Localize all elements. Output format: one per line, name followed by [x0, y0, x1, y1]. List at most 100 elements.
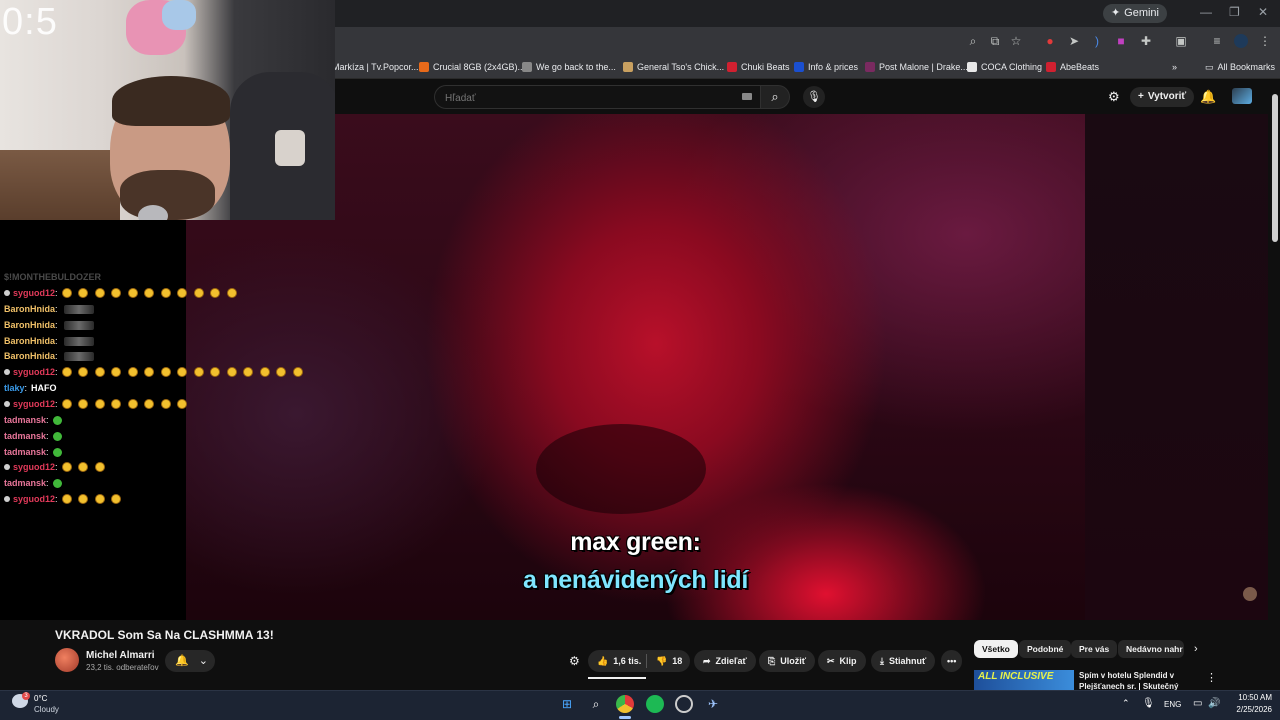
gemini-button[interactable]: ✦ Gemini [1102, 4, 1167, 23]
extensions-puzzle-icon[interactable]: ✚ [1139, 34, 1153, 48]
scrollbar-thumb[interactable] [1272, 94, 1278, 242]
chat-username[interactable]: syguod12 [13, 286, 55, 300]
clock-time[interactable]: 10:50 AM [1226, 693, 1272, 702]
chrome-icon[interactable] [616, 695, 634, 713]
chat-username[interactable]: BaronHnida [4, 302, 55, 316]
dislike-button[interactable]: 👎 18 [647, 650, 691, 672]
bookmarks-overflow-button[interactable]: » [1172, 60, 1177, 74]
chat-separator: : [55, 288, 58, 298]
recommended-thumbnail[interactable]: ALL INCLUSIVE [974, 670, 1074, 690]
chip-recently-uploaded[interactable]: Nedávno nahr [1118, 640, 1184, 658]
bookmark-item[interactable]: Crucial 8GB (2x4GB)... [419, 60, 525, 74]
like-button[interactable]: 👍 1,6 tis. [588, 650, 650, 672]
clip-button[interactable]: ✂ Klip [818, 650, 866, 672]
search-button[interactable]: ⌕ [760, 85, 790, 109]
chat-message: syguod12: [4, 492, 128, 506]
chat-header: $!MONTHEBULDOZER [4, 270, 101, 284]
star-icon[interactable]: ☆ [1009, 34, 1023, 48]
thumbs-down-icon: 👎 [656, 656, 668, 666]
scissors-icon: ✂ [827, 656, 835, 666]
search-input[interactable] [445, 90, 725, 106]
bookmark-item[interactable]: We go back to the... [522, 60, 616, 74]
channel-name[interactable]: Michel Almarri [86, 650, 155, 661]
keyboard-icon[interactable] [742, 93, 752, 100]
bookmark-favicon-icon [727, 62, 737, 72]
weather-description[interactable]: Cloudy [34, 705, 59, 714]
volume-icon[interactable]: 🔊 [1208, 698, 1220, 709]
spotify-icon[interactable] [646, 695, 664, 713]
subscription-bell-button[interactable]: 🔔 ⌄ [165, 650, 215, 672]
extension-red-icon[interactable]: ● [1043, 34, 1057, 48]
chat-text: HAFO [31, 383, 57, 393]
more-vertical-icon[interactable]: ⋮ [1206, 671, 1217, 684]
microphone-icon[interactable]: 🎙 [1142, 698, 1155, 709]
wave-emote-icon [63, 336, 94, 346]
account-avatar[interactable] [1232, 88, 1252, 104]
recommended-title[interactable]: Spím v hotelu Splendid v Plejšťanech sr.… [1079, 670, 1189, 690]
sunglasses-emote-icon [111, 288, 122, 298]
profile-avatar-icon[interactable] [1234, 34, 1248, 48]
chat-username[interactable]: syguod12 [13, 460, 55, 474]
network-icon[interactable]: ▭ [1193, 698, 1202, 709]
bookmark-item[interactable]: COCA Clothing [967, 60, 1042, 74]
search-box[interactable] [434, 85, 760, 109]
windows-start-icon[interactable]: ⊞ [558, 695, 576, 713]
chevron-right-icon[interactable]: › [1194, 643, 1198, 655]
chat-username[interactable]: BaronHnida [4, 334, 55, 348]
bookmark-item[interactable]: AbeBeats [1046, 60, 1099, 74]
bookmark-item[interactable]: Chuki Beats [727, 60, 790, 74]
create-button[interactable]: + Vytvoriť [1130, 87, 1195, 107]
extension-gear-icon[interactable]: ⚙ [569, 654, 580, 668]
all-bookmarks-button[interactable]: ▭ All Bookmarks [1205, 60, 1275, 74]
bookmark-favicon-icon [1046, 62, 1056, 72]
chat-username[interactable]: tadmansk [4, 429, 46, 443]
voice-search-button[interactable]: 🎙 [803, 86, 825, 108]
chat-username[interactable]: tadmansk [4, 413, 46, 427]
download-button[interactable]: ⤓ Stiahnuť [871, 650, 936, 672]
app-icon[interactable] [675, 695, 693, 713]
weather-temperature[interactable]: 0°C [34, 694, 47, 703]
search-icon[interactable]: ⌕ [587, 695, 605, 713]
save-button[interactable]: ⎘ Uložiť [759, 650, 816, 672]
share-button[interactable]: ➦ Zdieľať [694, 650, 756, 672]
extension-gear-icon[interactable]: ⚙ [1108, 89, 1120, 105]
reading-list-icon[interactable]: ≡ [1210, 34, 1224, 48]
menu-icon[interactable]: ⋮ [1258, 34, 1272, 48]
sunglasses-emote-icon [226, 288, 237, 298]
steam-icon[interactable]: ✈ [704, 695, 722, 713]
clock-date[interactable]: 2/25/2026 [1226, 705, 1272, 714]
chat-username[interactable]: tadmansk [4, 476, 46, 490]
bookmark-item[interactable]: Markíza | Tv.Popcor... [332, 60, 419, 74]
tray-overflow-icon[interactable]: ⌃ [1122, 698, 1130, 709]
bookmark-item[interactable]: Post Malone | Drake... [865, 60, 968, 74]
chat-username[interactable]: syguod12 [13, 492, 55, 506]
chat-username[interactable]: BaronHnida [4, 349, 55, 363]
sunglasses-emote-icon [144, 288, 155, 298]
zoom-icon[interactable]: ⌕ [966, 34, 980, 48]
input-language[interactable]: ENG [1164, 700, 1181, 709]
download-label: Stiahnuť [888, 656, 927, 666]
chip-all[interactable]: Všetko [974, 640, 1018, 658]
sunglasses-emote-icon [210, 288, 221, 298]
chat-username[interactable]: syguod12 [13, 397, 55, 411]
bookmark-item[interactable]: General Tso's Chick... [623, 60, 724, 74]
chat-username[interactable]: tlaky [4, 381, 25, 395]
minimize-icon[interactable]: — [1200, 5, 1212, 19]
chat-username[interactable]: BaronHnida [4, 318, 55, 332]
extension-blue-icon[interactable]: ) [1090, 34, 1104, 48]
side-panel-icon[interactable]: ▣ [1174, 34, 1188, 48]
chat-separator: : [55, 336, 58, 346]
chat-username[interactable]: syguod12 [13, 365, 55, 379]
channel-avatar[interactable] [55, 648, 79, 672]
extension-arrow-icon[interactable]: ➤ [1067, 34, 1081, 48]
extension-purple-icon[interactable]: ■ [1114, 34, 1128, 48]
chat-username[interactable]: tadmansk [4, 445, 46, 459]
maximize-icon[interactable]: ❐ [1229, 5, 1240, 19]
chip-for-you[interactable]: Pre vás [1071, 640, 1118, 658]
bookmark-item[interactable]: Info & prices [794, 60, 858, 74]
close-icon[interactable]: ✕ [1258, 5, 1268, 19]
chip-related[interactable]: Podobné [1019, 640, 1072, 658]
webcam-overlay: 0:5 [0, 0, 335, 220]
install-icon[interactable]: ⧉ [988, 34, 1002, 48]
notifications-bell-icon[interactable]: 🔔 [1200, 89, 1216, 105]
